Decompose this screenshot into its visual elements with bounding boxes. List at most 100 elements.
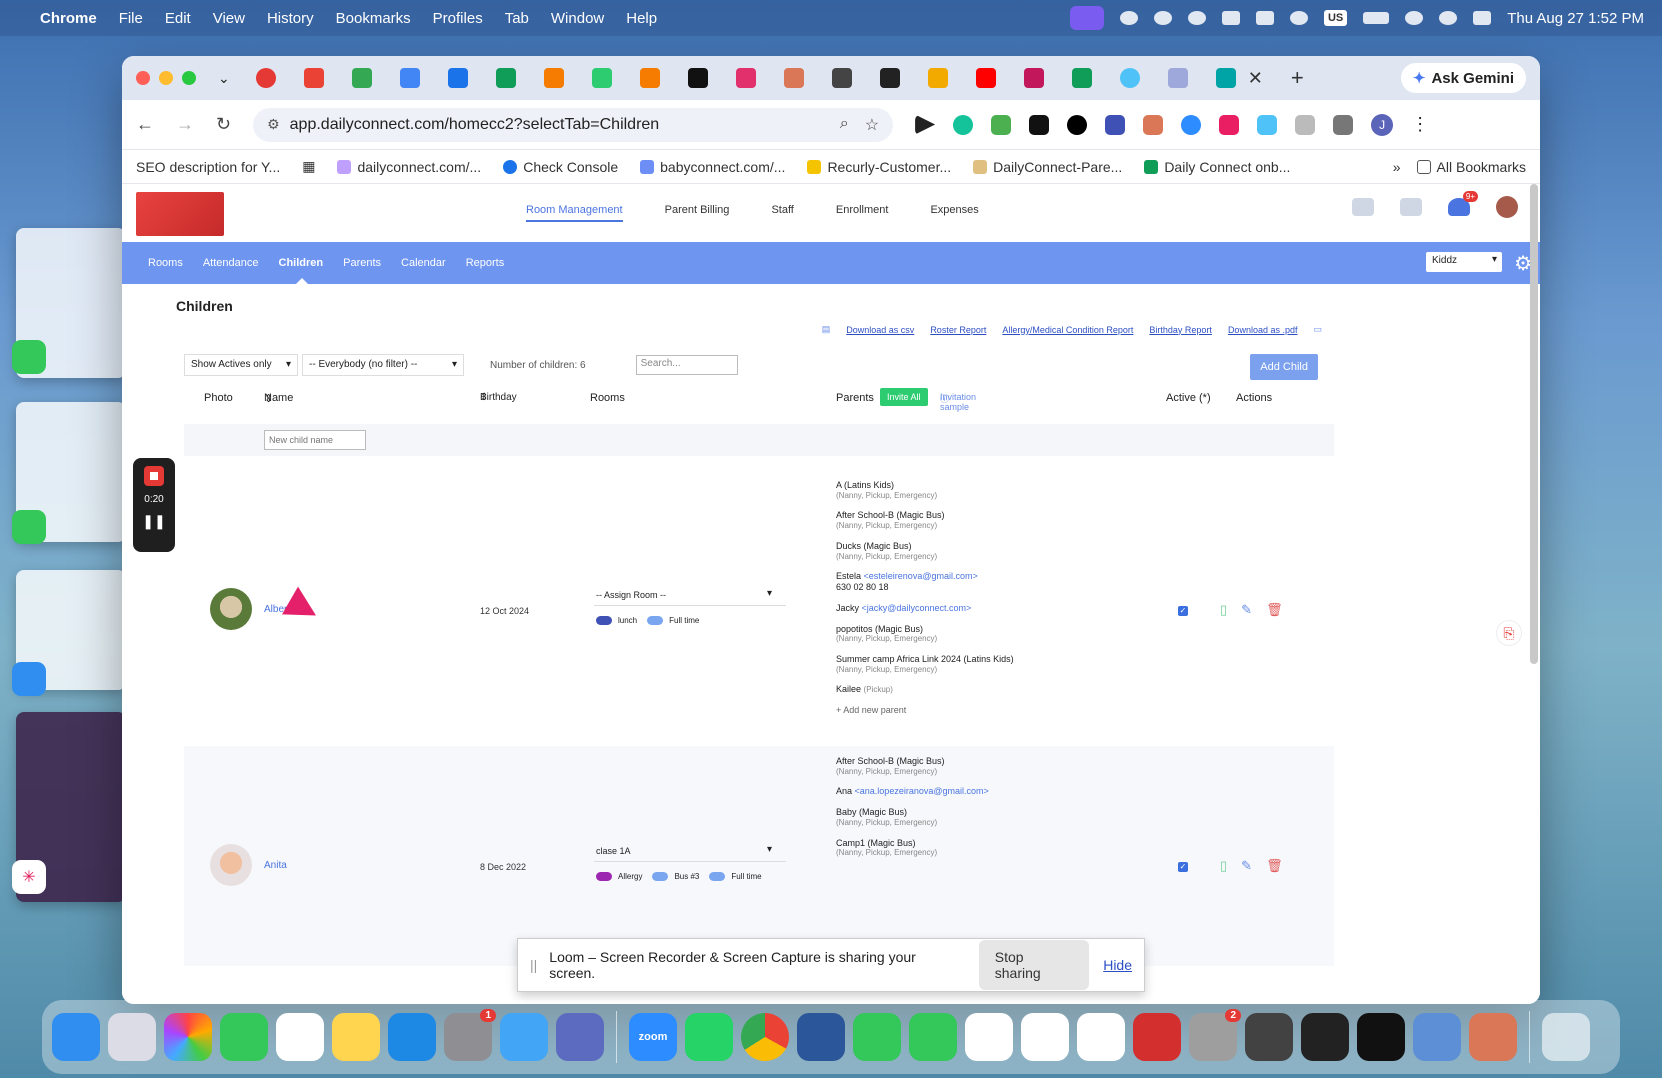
tab-favicon[interactable] (351, 68, 372, 88)
grammarly-icon[interactable] (953, 114, 974, 135)
drag-handle-icon[interactable]: || (530, 957, 537, 973)
url-text[interactable]: app.dailyconnect.com/homecc2?selectTab=C… (290, 116, 660, 134)
stop-sharing-button[interactable]: Stop sharing (978, 940, 1090, 990)
hide-share-bar-link[interactable]: Hide (1103, 957, 1132, 973)
tab-favicon[interactable] (1167, 68, 1188, 88)
edit-icon[interactable]: ✎ (1241, 858, 1252, 874)
bookmark-item[interactable]: DailyConnect-Pare... (973, 159, 1122, 175)
tab-favicon[interactable] (1023, 68, 1044, 88)
menu-window[interactable]: Window (551, 10, 604, 27)
back-icon[interactable]: ← (136, 114, 154, 135)
child-photo[interactable] (210, 844, 252, 886)
nav-parent-billing[interactable]: Parent Billing (665, 204, 730, 222)
user-avatar[interactable] (1496, 196, 1518, 218)
notes-icon[interactable] (332, 1013, 380, 1061)
app-grid-icon[interactable] (1357, 1013, 1405, 1061)
forward-icon[interactable]: → (176, 114, 194, 135)
tab-favicon[interactable] (447, 68, 468, 88)
tab-favicon[interactable] (591, 68, 612, 88)
download-icon[interactable] (1333, 114, 1354, 135)
acrobat-icon[interactable] (1133, 1013, 1181, 1061)
spotlight-icon[interactable] (1439, 11, 1458, 25)
tab-favicon[interactable] (639, 68, 660, 88)
monitor-icon[interactable]: ▭ (1313, 324, 1322, 335)
screen-sharing-icon[interactable] (1413, 1013, 1461, 1061)
parent-entry[interactable]: Kailee (Pickup) (836, 684, 1156, 695)
extension-icon[interactable] (1219, 114, 1240, 135)
mail-icon[interactable] (500, 1013, 548, 1061)
parent-entry[interactable]: A (Latins Kids) (Nanny, Pickup, Emergency… (836, 480, 1156, 500)
chatgpt-icon[interactable] (965, 1013, 1013, 1061)
all-bookmarks[interactable]: All Bookmarks (1416, 159, 1526, 175)
parent-entry[interactable]: Ana <ana.lopezeiranova@gmail.com> (836, 786, 1156, 797)
system-settings-icon[interactable]: 1 (444, 1009, 496, 1061)
bookmark-item[interactable]: Recurly-Customer... (807, 159, 951, 175)
printer-icon[interactable]: 2 (1189, 1009, 1241, 1061)
child-photo[interactable] (210, 588, 252, 630)
attendance-icon[interactable]: ▯ (1220, 602, 1227, 618)
tandem-icon[interactable] (1077, 1013, 1125, 1061)
menu-app-name[interactable]: Chrome (40, 10, 97, 27)
photos-icon[interactable] (164, 1013, 212, 1061)
minimize-window-button[interactable] (159, 71, 173, 85)
download-csv-link[interactable]: Download as csv (846, 325, 914, 335)
parent-entry[interactable]: Camp1 (Magic Bus) (Nanny, Pickup, Emergen… (836, 838, 1156, 858)
accessibility-icon[interactable] (1119, 11, 1138, 25)
parent-entry[interactable]: Summer camp Africa Link 2024 (Latins Kid… (836, 654, 1156, 674)
tab-favicon[interactable] (927, 68, 948, 88)
app-store-icon[interactable] (388, 1013, 436, 1061)
menu-view[interactable]: View (213, 10, 245, 27)
child-name-link[interactable]: Anita (264, 860, 287, 871)
subnav-parents[interactable]: Parents (343, 257, 381, 269)
parent-entry[interactable]: Estela <esteleirenova@gmail.com> 630 02 8… (836, 571, 1156, 593)
active-checkbox[interactable]: ✓ (1178, 862, 1188, 872)
control-center-icon[interactable] (1473, 11, 1492, 25)
extension-icon[interactable] (991, 114, 1012, 135)
delete-icon[interactable]: 🗑 (1266, 858, 1283, 874)
extension-icon[interactable] (1105, 114, 1126, 135)
calculator-icon[interactable] (1245, 1013, 1293, 1061)
group-filter-select[interactable]: -- Everybody (no filter) -- (302, 354, 464, 376)
tab-favicon[interactable] (831, 68, 852, 88)
menu-clock[interactable]: Thu Aug 27 1:52 PM (1507, 10, 1644, 27)
add-new-parent-link[interactable]: + Add new parent (836, 705, 1156, 716)
nav-enrollment[interactable]: Enrollment (836, 204, 889, 222)
finder-app-icon[interactable] (12, 662, 46, 696)
address-bar[interactable]: ⚙ app.dailyconnect.com/homecc2?selectTab… (253, 107, 894, 142)
screen-capture-icon[interactable] (1221, 11, 1240, 25)
bookmark-item[interactable]: babyconnect.com/... (640, 159, 785, 175)
school-logo[interactable] (136, 192, 224, 236)
pause-icon[interactable]: ❚❚ (142, 513, 165, 530)
extension-icon[interactable] (1029, 114, 1050, 135)
bookmark-star-icon[interactable]: ☆ (865, 115, 879, 135)
trash-icon[interactable] (1542, 1013, 1590, 1061)
claude-icon[interactable] (1469, 1013, 1517, 1061)
building-icon[interactable] (1400, 198, 1422, 216)
messages-app-icon[interactable] (12, 510, 46, 544)
menu-help[interactable]: Help (626, 10, 657, 27)
wifi-icon[interactable] (1405, 11, 1424, 25)
zoom-lens-icon[interactable]: ⌕ (840, 115, 849, 135)
school-select[interactable]: Kiddz (1426, 252, 1502, 272)
word-icon[interactable] (797, 1013, 845, 1061)
ask-gemini-button[interactable]: ✦ Ask Gemini (1400, 63, 1526, 93)
apps-grid-icon[interactable]: ▦ (302, 158, 315, 175)
tag-toggle[interactable]: lunch (596, 616, 637, 626)
subnav-rooms[interactable]: Rooms (148, 257, 183, 269)
openai-icon[interactable] (1153, 11, 1172, 25)
extension-icon[interactable] (915, 114, 936, 135)
tab-list-icon[interactable]: ⌄ (218, 70, 230, 87)
active-checkbox[interactable]: ✓ (1178, 606, 1188, 616)
tag-toggle[interactable]: Allergy (596, 872, 642, 882)
extension-icon[interactable] (1143, 114, 1164, 135)
delete-icon[interactable]: 🗑 (1266, 602, 1283, 618)
bookmark-item[interactable]: Daily Connect onb... (1144, 159, 1290, 175)
simulator-icon[interactable] (556, 1013, 604, 1061)
parent-entry[interactable]: After School-B (Magic Bus) (Nanny, Pickup… (836, 756, 1156, 776)
bookmark-item[interactable]: Check Console (503, 159, 618, 175)
invite-all-button[interactable]: Invite All (880, 388, 928, 406)
parent-entry[interactable]: popotitos (Magic Bus) (Nanny, Pickup, Eme… (836, 624, 1156, 644)
subnav-reports[interactable]: Reports (466, 257, 505, 269)
parent-entry[interactable]: After School-B (Magic Bus) (Nanny, Pickup… (836, 510, 1156, 530)
whatsapp-icon[interactable] (685, 1013, 733, 1061)
